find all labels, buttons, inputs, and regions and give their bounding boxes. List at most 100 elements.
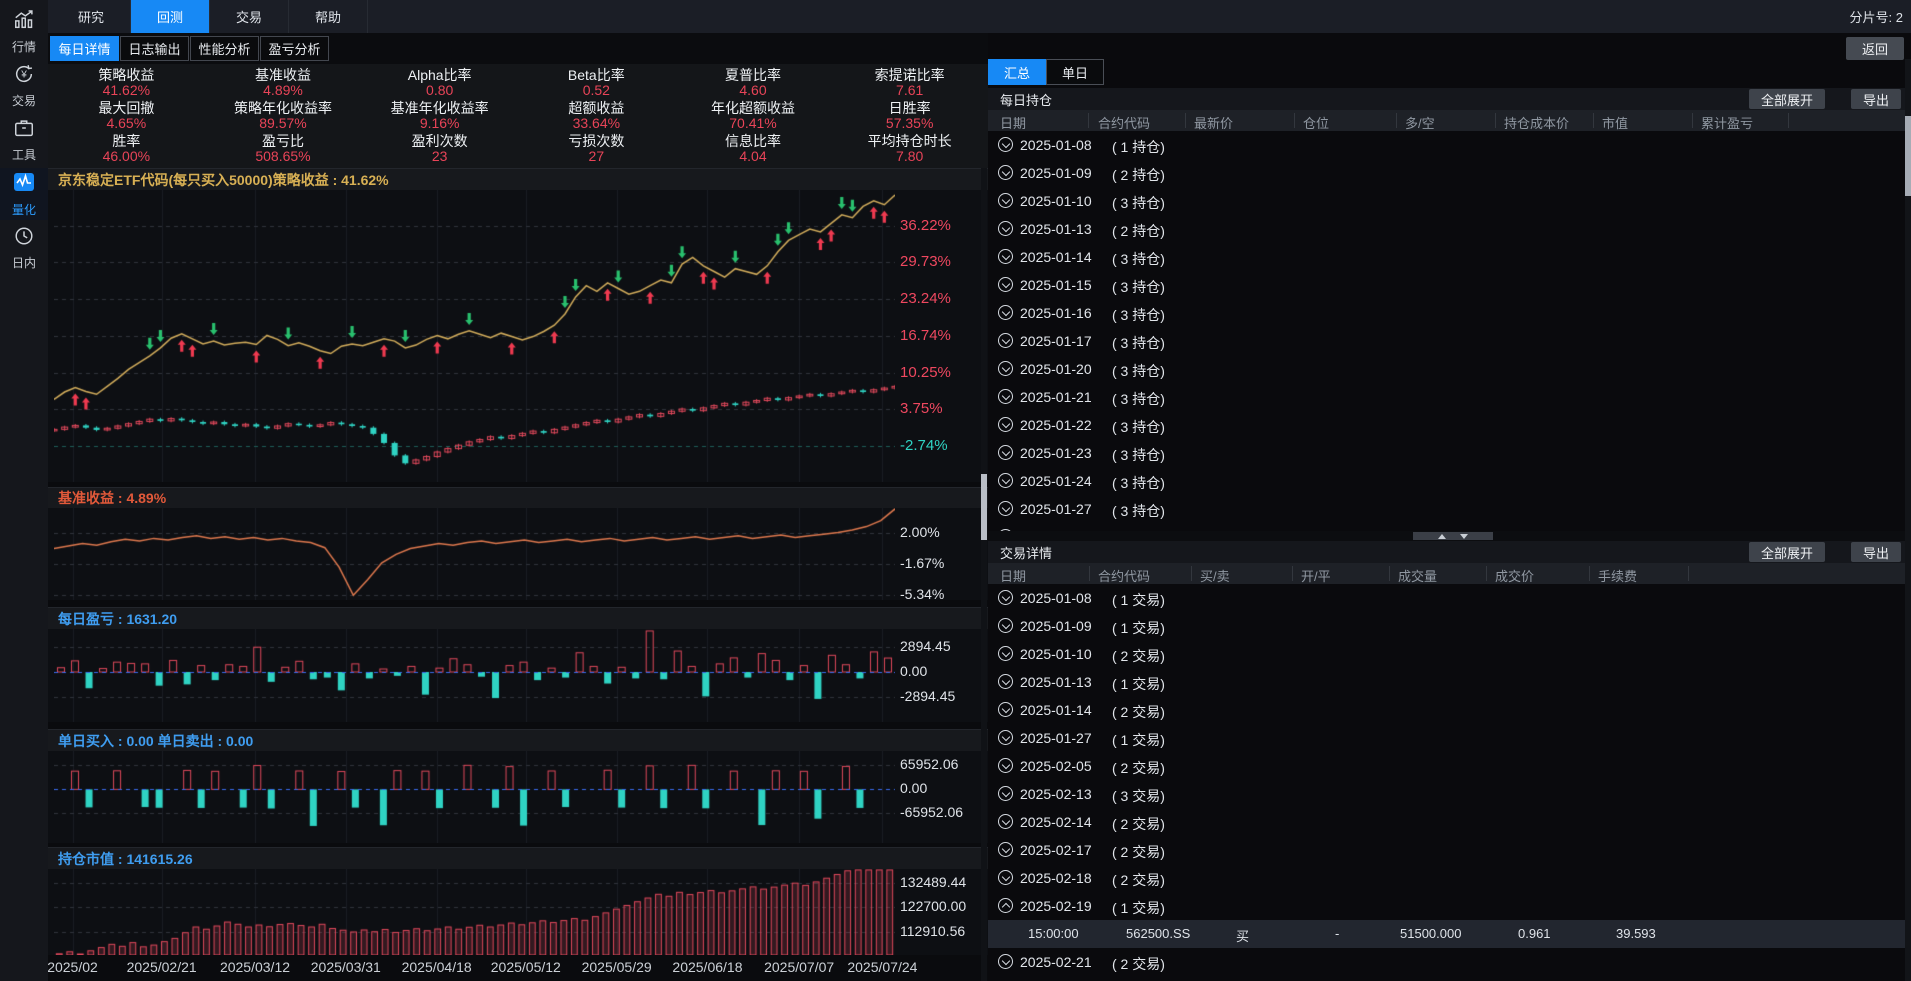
trade-row[interactable]: 2025-01-13( 1 交易)	[988, 668, 1911, 696]
chevron-down-icon[interactable]	[998, 842, 1013, 857]
chevron-down-icon[interactable]	[998, 814, 1013, 829]
market-value-chart[interactable]: 132489.44122700.00112910.56	[48, 869, 988, 955]
sidebar-item-日内[interactable]: 日内	[0, 222, 48, 274]
chevron-down-icon[interactable]	[998, 786, 1013, 801]
chevron-down-icon[interactable]	[998, 277, 1013, 292]
chevron-down-icon[interactable]	[998, 389, 1013, 404]
chevron-down-icon[interactable]	[998, 333, 1013, 348]
position-row[interactable]: 2025-01-20( 3 持仓)	[988, 355, 1911, 383]
column-separator	[1688, 566, 1689, 581]
trade-row[interactable]: 2025-01-10( 2 交易)	[988, 640, 1911, 668]
scrollbar-thumb[interactable]	[981, 474, 987, 540]
panel-tab-单日[interactable]: 单日	[1046, 59, 1104, 85]
chevron-down-icon[interactable]	[998, 417, 1013, 432]
position-row[interactable]: 2025-01-08( 1 持仓)	[988, 131, 1911, 159]
position-row[interactable]: 2025-01-14( 3 持仓)	[988, 243, 1911, 271]
trade-row[interactable]: 2025-02-13( 3 交易)	[988, 780, 1911, 808]
top-tab-帮助[interactable]: 帮助	[289, 0, 368, 33]
row-date: 2025-01-10	[1020, 646, 1092, 662]
horizontal-scrollbar[interactable]	[988, 531, 1911, 541]
chevron-down-icon[interactable]	[998, 361, 1013, 376]
trade-row[interactable]: 2025-01-09( 1 交易)	[988, 612, 1911, 640]
x-axis-label: 2025/03/12	[220, 959, 290, 975]
scroll-down-icon[interactable]	[1460, 534, 1468, 539]
trades-expand-all-button[interactable]: 全部展开	[1749, 542, 1825, 562]
trade-row[interactable]: 2025-02-19( 1 交易)	[988, 892, 1911, 920]
chevron-down-icon[interactable]	[998, 137, 1013, 152]
chevron-down-icon[interactable]	[998, 221, 1013, 236]
trade-row[interactable]: 2025-02-17( 2 交易)	[988, 836, 1911, 864]
chevron-down-icon[interactable]	[998, 473, 1013, 488]
daily-trade-chart[interactable]: 65952.060.00-65952.06	[48, 751, 988, 843]
stat-label: 胜率	[112, 134, 140, 149]
subtab-日志输出[interactable]: 日志输出	[120, 36, 189, 61]
column-header-成交量: 成交量	[1398, 566, 1437, 585]
position-row[interactable]: 2025-01-28( 3 持仓)	[988, 523, 1911, 531]
trade-row[interactable]: 2025-01-27( 1 交易)	[988, 724, 1911, 752]
benchmark-chart[interactable]: 2.00%-1.67%-5.34%	[48, 508, 988, 600]
chevron-down-icon[interactable]	[998, 702, 1013, 717]
daily-pnl-chart[interactable]: 2894.450.00-2894.45	[48, 629, 988, 722]
row-count-badge: ( 2 交易)	[1112, 814, 1165, 834]
position-row[interactable]: 2025-01-09( 2 持仓)	[988, 159, 1911, 187]
position-row[interactable]: 2025-01-10( 3 持仓)	[988, 187, 1911, 215]
trade-row[interactable]: 2025-01-14( 2 交易)	[988, 696, 1911, 724]
chevron-down-icon[interactable]	[998, 445, 1013, 460]
sidebar-item-工具[interactable]: 工具	[0, 114, 48, 166]
chevron-down-icon[interactable]	[998, 501, 1013, 516]
chevron-down-icon[interactable]	[998, 165, 1013, 180]
chart-vertical-scrollbar[interactable]	[981, 168, 987, 981]
scrollbar-track[interactable]	[1413, 532, 1493, 540]
sidebar-item-行情[interactable]: 行情	[0, 6, 48, 58]
sidebar-item-量化[interactable]: 量化	[0, 168, 48, 220]
subtab-每日详情[interactable]: 每日详情	[50, 36, 119, 61]
chevron-down-icon[interactable]	[998, 758, 1013, 773]
top-tab-回测[interactable]: 回测	[131, 0, 210, 33]
scrollbar-thumb[interactable]	[1905, 116, 1911, 196]
back-button[interactable]: 返回	[1846, 37, 1904, 60]
position-row[interactable]: 2025-01-22( 3 持仓)	[988, 411, 1911, 439]
chevron-down-icon[interactable]	[998, 249, 1013, 264]
trade-row[interactable]: 2025-02-24( 1 交易)	[988, 976, 1911, 981]
sidebar-item-交易[interactable]: ¥交易	[0, 60, 48, 112]
panel-tab-汇总[interactable]: 汇总	[988, 59, 1046, 85]
position-row[interactable]: 2025-01-16( 3 持仓)	[988, 299, 1911, 327]
position-row[interactable]: 2025-01-13( 2 持仓)	[988, 215, 1911, 243]
positions-expand-all-button[interactable]: 全部展开	[1749, 89, 1825, 109]
position-row[interactable]: 2025-01-24( 3 持仓)	[988, 467, 1911, 495]
column-header-累计盈亏: 累计盈亏	[1701, 113, 1753, 132]
panel-vertical-scrollbar[interactable]	[1905, 59, 1911, 981]
chevron-down-icon[interactable]	[998, 674, 1013, 689]
scroll-up-icon[interactable]	[1438, 534, 1446, 539]
chevron-down-icon[interactable]	[998, 590, 1013, 605]
trade-row[interactable]: 2025-02-21( 2 交易)	[988, 948, 1911, 976]
positions-export-button[interactable]: 导出	[1851, 89, 1901, 109]
trade-row[interactable]: 2025-02-18( 2 交易)	[988, 864, 1911, 892]
y-axis-label: 132489.44	[900, 874, 966, 890]
position-row[interactable]: 2025-01-15( 3 持仓)	[988, 271, 1911, 299]
position-row[interactable]: 2025-01-23( 3 持仓)	[988, 439, 1911, 467]
trade-row[interactable]: 2025-01-08( 1 交易)	[988, 584, 1911, 612]
chevron-down-icon[interactable]	[998, 954, 1013, 969]
chevron-down-icon[interactable]	[998, 870, 1013, 885]
chevron-down-icon[interactable]	[998, 618, 1013, 633]
chevron-down-icon[interactable]	[998, 193, 1013, 208]
stat-策略收益: 策略收益41.62%	[48, 66, 205, 99]
top-tab-研究[interactable]: 研究	[52, 0, 131, 33]
subtab-盈亏分析[interactable]: 盈亏分析	[260, 36, 329, 61]
trades-export-button[interactable]: 导出	[1851, 542, 1901, 562]
chevron-down-icon[interactable]	[998, 646, 1013, 661]
position-row[interactable]: 2025-01-21( 3 持仓)	[988, 383, 1911, 411]
position-row[interactable]: 2025-01-17( 3 持仓)	[988, 327, 1911, 355]
subtab-性能分析[interactable]: 性能分析	[190, 36, 259, 61]
position-row[interactable]: 2025-01-27( 3 持仓)	[988, 495, 1911, 523]
chevron-up-icon[interactable]	[998, 898, 1013, 913]
chevron-down-icon[interactable]	[998, 305, 1013, 320]
trade-row[interactable]: 2025-02-05( 2 交易)	[988, 752, 1911, 780]
row-count-badge: ( 1 持仓)	[1112, 137, 1165, 157]
strategy-chart[interactable]: 36.22%29.73%23.24%16.74%10.25%3.75%-2.74…	[48, 190, 988, 482]
top-tab-交易[interactable]: 交易	[210, 0, 289, 33]
chevron-down-icon[interactable]	[998, 730, 1013, 745]
trade-row[interactable]: 2025-02-14( 2 交易)	[988, 808, 1911, 836]
row-count-badge: ( 3 持仓)	[1112, 389, 1165, 409]
